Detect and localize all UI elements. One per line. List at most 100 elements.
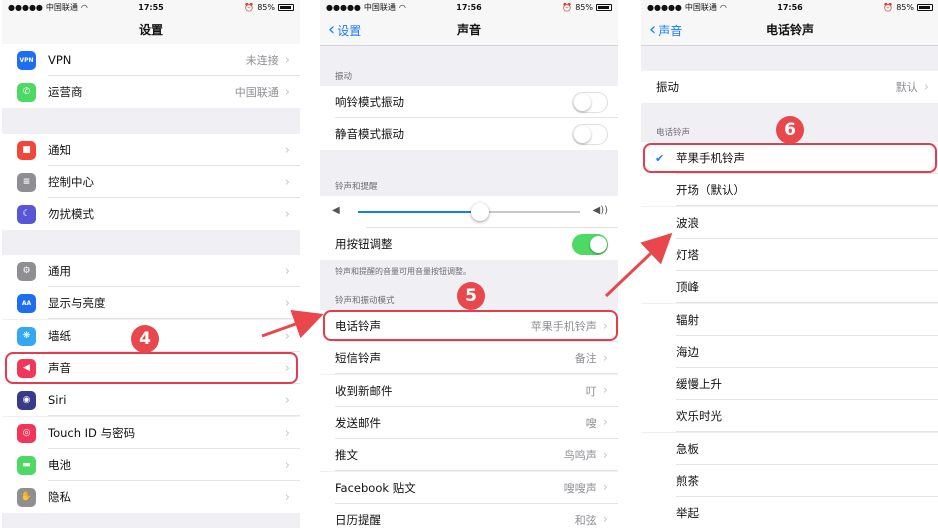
settings-row[interactable]: ☾ 勿扰模式 › [2, 198, 300, 230]
settings-row[interactable]: ■ 通知 › [2, 134, 300, 166]
back-button[interactable]: ‹ 声音 [649, 14, 682, 46]
ringtone-option[interactable]: 灯塔 [641, 238, 938, 271]
battery-percent: 85% [575, 2, 593, 12]
volume-knob[interactable] [471, 203, 490, 221]
sound-screen: ●●●●● 中国联通 ◠ 17:56 ⏰ 85% ‹ 设置 声音 振动 响铃模式振动 静… [320, 0, 618, 528]
alarm-icon: ⏰ [562, 2, 573, 12]
chevron-right-icon: › [602, 383, 608, 399]
row-label: 短信铃声 [335, 351, 381, 366]
silent-vibrate-toggle[interactable] [572, 123, 608, 145]
chevron-right-icon: › [284, 457, 290, 473]
ringtone-label: 急板 [676, 441, 699, 456]
sound-pattern-row[interactable]: 日历提醒 和弦 › [320, 503, 618, 528]
section-header-ringer: 铃声和提醒 [335, 182, 378, 192]
row-label: 通用 [48, 264, 71, 278]
ringtone-label: 顶峰 [676, 280, 699, 295]
nav-bar: 设置 [2, 14, 300, 46]
signal-icon: ●●●●● [326, 2, 361, 12]
ringtone-option[interactable]: 开场（默认） [641, 174, 938, 207]
chevron-right-icon: › [923, 79, 929, 95]
chevron-right-icon: › [602, 415, 608, 431]
sound-pattern-row[interactable]: Facebook 贴文 嗖嗖声 › [320, 471, 618, 504]
settings-row[interactable]: ▬ 电池 › [2, 449, 300, 481]
tutorial-composite: ●●●●● 中国联通 ◠ 17:55 ⏰ 85% 设置 VPN VPN 未连接 › ✆ 运营商 中… [0, 0, 938, 528]
vibration-row[interactable]: 振动 默认 › [641, 71, 938, 103]
ringtone-option[interactable]: 举起 [641, 497, 938, 528]
sound-pattern-row[interactable]: 发送邮件 嗖 › [320, 406, 618, 439]
ringtone-option[interactable]: 顶峰 [641, 271, 938, 304]
signal-icon: ●●●●● [647, 2, 682, 12]
sound-pattern-row[interactable]: 推文 鸟鸣声 › [320, 439, 618, 472]
ringtone-option[interactable]: 海边 [641, 335, 938, 368]
row-label: 响铃模式振动 [335, 95, 404, 109]
row-label: 通知 [48, 143, 71, 157]
settings-row[interactable]: ◎ Touch ID 与密码 › [2, 417, 300, 449]
speaker-high-icon: ◀)) [592, 205, 609, 216]
battery-icon [596, 3, 612, 11]
settings-row[interactable]: AA 显示与亮度 › [2, 287, 300, 319]
chevron-right-icon: › [284, 328, 290, 344]
highlight-selected-tone [643, 143, 937, 173]
status-bar: ●●●●● 中国联通 ◠ 17:55 ⏰ 85% [2, 0, 300, 14]
carrier-label: 中国联通 [684, 2, 717, 12]
chevron-right-icon: › [284, 392, 290, 408]
battery-percent: 85% [896, 2, 914, 12]
settings-row[interactable]: ◉ Siri › [2, 384, 300, 416]
chevron-left-icon: ‹ [649, 19, 657, 40]
gutter [619, 0, 639, 528]
chevron-left-icon: ‹ [328, 19, 336, 40]
nav-bar: ‹ 声音 电话铃声 [641, 14, 938, 46]
ringtone-option[interactable]: 急板 [641, 432, 938, 465]
ringtone-label: 灯塔 [676, 247, 699, 262]
button-adjust-toggle[interactable] [572, 233, 608, 255]
section-header-patterns: 铃声和振动模式 [335, 296, 395, 306]
settings-row[interactable]: ✋ 隐私 › [2, 481, 300, 513]
row-value: 默认 [895, 81, 918, 94]
wifi-icon: ◠ [398, 2, 406, 12]
ringtone-label: 开场（默认） [676, 183, 745, 198]
ringer-vibrate-toggle[interactable] [572, 91, 608, 113]
ringtone-option[interactable]: 缓慢上升 [641, 368, 938, 401]
signal-icon: ●●●●● [8, 2, 43, 12]
row-label: 电池 [48, 458, 71, 472]
carrier-label: 中国联通 [45, 2, 78, 12]
ringtone-option[interactable]: 辐射 [641, 303, 938, 336]
siri-icon: ◉ [17, 390, 36, 410]
ringtone-option[interactable]: 欢乐时光 [641, 400, 938, 433]
row-value: 嗖嗖声 [563, 481, 597, 495]
phone-icon: ✆ [17, 82, 36, 102]
row-value: 嗖 [585, 416, 597, 430]
step-badge-5: 5 [457, 282, 485, 310]
settings-row[interactable]: ✆ 运营商 中国联通 › [2, 76, 300, 108]
hand-icon: ✋ [17, 487, 36, 507]
vpn-icon: VPN [17, 50, 36, 70]
row-label: 运营商 [48, 85, 83, 99]
row-label: 墙纸 [48, 329, 71, 343]
sound-pattern-row[interactable]: 收到新邮件 叮 › [320, 374, 618, 407]
ringtone-option[interactable]: 煎茶 [641, 465, 938, 497]
ringer-vibrate-row: 响铃模式振动 [320, 86, 618, 118]
step-badge-6: 6 [776, 116, 804, 144]
highlight-ringtone-row [323, 310, 618, 341]
settings-row[interactable]: ⚙ 通用 › [2, 255, 300, 287]
chevron-right-icon: › [284, 206, 290, 222]
ringtone-label: 波浪 [676, 215, 699, 230]
sound-pattern-row[interactable]: 短信铃声 备注 › [320, 342, 618, 375]
alarm-icon: ⏰ [244, 2, 255, 12]
settings-row[interactable]: VPN VPN 未连接 › [2, 44, 300, 76]
row-label: 推文 [335, 448, 358, 463]
settings-row[interactable]: ≡ 控制中心 › [2, 166, 300, 198]
row-label: 隐私 [48, 490, 71, 504]
volume-slider[interactable] [358, 203, 580, 221]
back-button[interactable]: ‹ 设置 [328, 14, 361, 46]
section-footer: 铃声和提醒的音量可用音量按钮调整。 [335, 267, 471, 276]
row-label: 用按钮调整 [335, 237, 393, 251]
chevron-right-icon: › [284, 174, 290, 190]
wifi-icon: ◠ [719, 2, 727, 12]
chevron-right-icon: › [602, 350, 608, 366]
row-value: 叮 [585, 384, 597, 398]
battery-icon [278, 3, 294, 11]
row-label: Touch ID 与密码 [48, 426, 136, 440]
ringtone-option[interactable]: 波浪 [641, 206, 938, 239]
volume-slider-row: ◀ ◀)) [320, 196, 618, 228]
